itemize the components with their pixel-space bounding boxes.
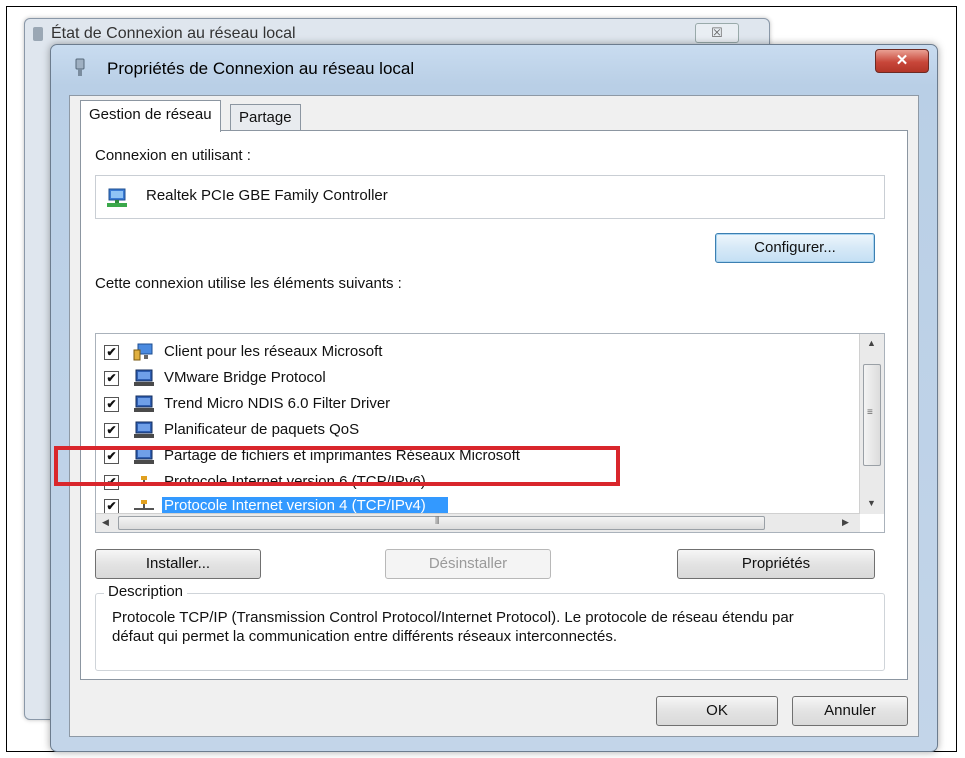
dialog-client-area: Gestion de réseau Partage Connexion en u… [69,95,919,737]
network-service-icon [134,421,154,438]
item-checkbox[interactable]: ✔ [104,345,119,360]
list-item[interactable]: ✔ VMware Bridge Protocol [96,366,846,392]
item-label: Partage de fichiers et imprimantes Résea… [164,447,520,464]
background-window-title: État de Connexion au réseau local [51,25,296,42]
install-button[interactable]: Installer... [95,549,261,579]
tab-partage[interactable]: Partage [230,104,301,131]
network-client-icon [133,343,153,361]
close-button[interactable]: ✕ [875,49,929,73]
scroll-right-arrow-icon[interactable]: ▶ [842,517,849,528]
network-connection-icon [33,27,43,41]
scroll-down-arrow-icon[interactable]: ▼ [867,498,876,508]
list-item[interactable]: ✔ Trend Micro NDIS 6.0 Filter Driver [96,392,846,418]
properties-dialog: Propriétés de Connexion au réseau local … [50,44,938,752]
grip-icon: ⦀ [435,516,440,527]
properties-button[interactable]: Propriétés [677,549,875,579]
description-text: Protocole TCP/IP (Transmission Control P… [112,609,794,645]
item-checkbox[interactable]: ✔ [104,475,119,490]
item-label: Client pour les réseaux Microsoft [164,343,383,360]
vertical-scrollbar[interactable]: ▲ ≡ ▼ [859,334,884,514]
item-checkbox[interactable]: ✔ [104,423,119,438]
items-label: Cette connexion utilise les éléments sui… [95,275,402,292]
item-label: Trend Micro NDIS 6.0 Filter Driver [164,395,391,412]
item-checkbox[interactable]: ✔ [104,449,119,464]
cancel-button[interactable]: Annuler [792,696,908,726]
network-service-icon [134,369,154,386]
network-service-icon [134,395,154,412]
description-group: Description Protocole TCP/IP (Transmissi… [95,583,885,671]
list-item[interactable]: ✔ Protocole Internet version 6 (TCP/IPv6… [96,470,846,496]
network-service-icon [134,447,154,464]
item-label: Protocole Internet version 4 (TCP/IPv4) [162,497,448,514]
adapter-name: Realtek PCIe GBE Family Controller [146,187,388,204]
item-checkbox[interactable]: ✔ [104,397,119,412]
ok-button[interactable]: OK [656,696,778,726]
tab-panel-networking: Connexion en utilisant : Realtek PCIe GB… [80,130,908,680]
scroll-left-arrow-icon[interactable]: ◀ [102,517,109,528]
list-item[interactable]: ✔ Planificateur de paquets QoS [96,418,846,444]
tab-gestion-de-reseau[interactable]: Gestion de réseau [80,100,221,132]
vertical-scroll-thumb[interactable]: ≡ [863,364,881,466]
items-list[interactable]: ✔ Client pour les réseaux Microsoft ✔ VM… [95,333,885,533]
item-checkbox[interactable]: ✔ [104,371,119,386]
item-label: VMware Bridge Protocol [164,369,326,386]
item-checkbox[interactable]: ✔ [104,499,119,514]
adapter-field: Realtek PCIe GBE Family Controller [95,175,885,219]
scroll-up-arrow-icon[interactable]: ▲ [867,338,876,348]
configure-button[interactable]: Configurer... [715,233,875,263]
grip-icon: ≡ [867,407,873,418]
item-label: Planificateur de paquets QoS [164,421,360,438]
protocol-icon [134,476,154,486]
network-adapter-icon [107,188,127,207]
description-legend: Description [104,583,188,600]
horizontal-scrollbar[interactable]: ◀ ⦀ ▶ [96,513,860,532]
uninstall-button[interactable]: Désinstaller [385,549,551,579]
network-connection-icon [75,58,85,76]
background-close-button[interactable]: ☒ [695,23,739,43]
horizontal-scroll-thumb[interactable]: ⦀ [118,516,765,530]
connect-using-label: Connexion en utilisant : [95,147,251,164]
list-item[interactable]: ✔ Partage de fichiers et imprimantes Rés… [96,444,846,470]
dialog-title: Propriétés de Connexion au réseau local [107,59,415,78]
list-item[interactable]: ✔ Client pour les réseaux Microsoft [96,340,846,366]
item-label: Protocole Internet version 6 (TCP/IPv6) [164,473,426,490]
